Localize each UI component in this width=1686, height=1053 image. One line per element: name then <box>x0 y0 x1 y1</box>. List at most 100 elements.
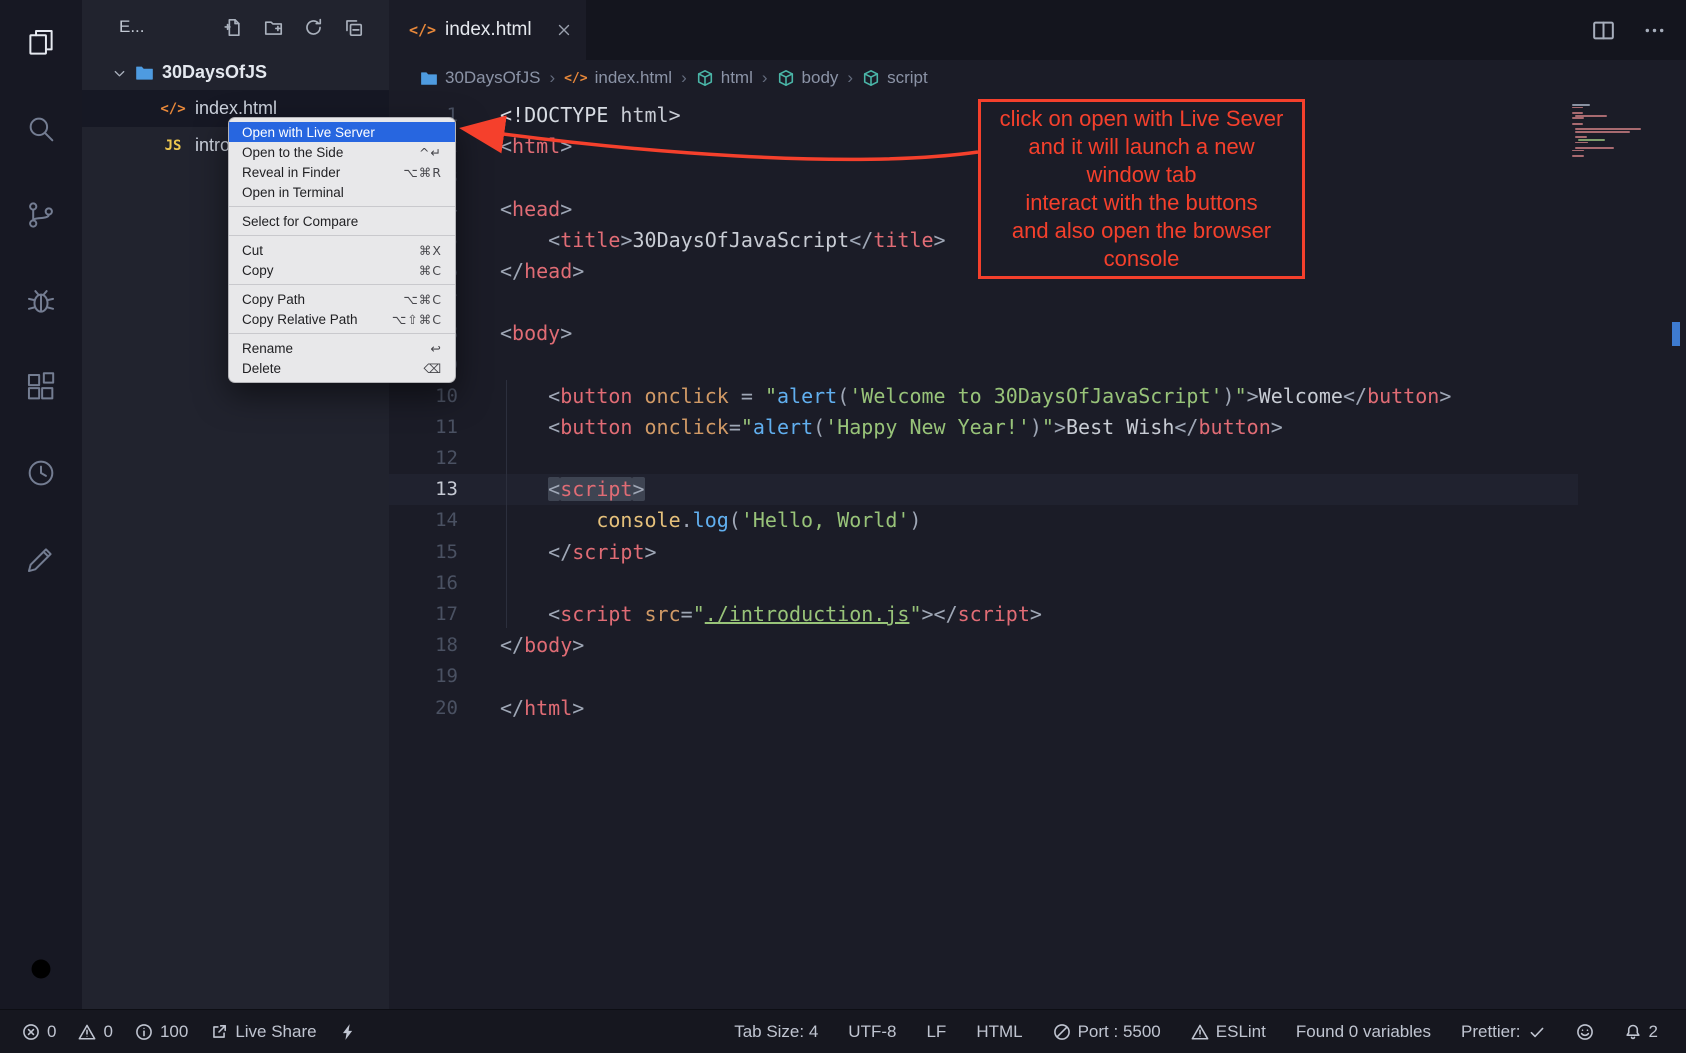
live-share-icon <box>210 1023 228 1041</box>
code-line-18[interactable]: 18</body> <box>389 630 1686 661</box>
status-item-port-5500[interactable]: Port : 5500 <box>1053 1022 1161 1042</box>
line-number: 12 <box>389 443 458 474</box>
status-label: UTF-8 <box>848 1022 896 1042</box>
menu-item-copy-path[interactable]: Copy Path⌥⌘C <box>229 289 455 309</box>
history-icon[interactable] <box>24 456 58 490</box>
menu-item-copy[interactable]: Copy⌘C <box>229 260 455 280</box>
line-content <box>458 162 500 193</box>
status-bar-left: 0 0 100 Live Share <box>22 1022 357 1042</box>
breadcrumb-item-30daysofjs[interactable]: 30DaysOfJS <box>420 68 540 88</box>
menu-item-shortcut: ⌘X <box>419 243 442 258</box>
line-number: 17 <box>389 599 458 630</box>
breadcrumb-separator: › <box>549 68 555 88</box>
minimap[interactable] <box>1572 104 1656 158</box>
code-line-12[interactable]: 12 <box>389 443 1686 474</box>
settings-icon[interactable] <box>23 951 59 987</box>
menu-item-open-in-terminal[interactable]: Open in Terminal <box>229 182 455 202</box>
refresh-icon[interactable] <box>304 18 323 37</box>
status-item-utf-8[interactable]: UTF-8 <box>848 1022 896 1042</box>
breadcrumb-label: body <box>802 68 839 88</box>
status-label: Tab Size: 4 <box>734 1022 818 1042</box>
menu-item-cut[interactable]: Cut⌘X <box>229 240 455 260</box>
breadcrumb-label: 30DaysOfJS <box>445 68 540 88</box>
menu-item-rename[interactable]: Rename↩ <box>229 338 455 358</box>
status-item-lightning[interactable] <box>339 1023 357 1041</box>
more-icon[interactable] <box>1643 19 1666 42</box>
new-folder-icon[interactable] <box>264 18 283 37</box>
new-file-icon[interactable] <box>224 18 243 37</box>
breadcrumb-item-html[interactable]: html <box>696 68 753 88</box>
run-debug-icon[interactable] <box>24 284 58 318</box>
status-item-eslint[interactable]: ESLint <box>1191 1022 1266 1042</box>
status-item-lf[interactable]: LF <box>926 1022 946 1042</box>
search-icon[interactable] <box>24 112 58 146</box>
vscode-window: E... 30DaysOfJS </>index.htmlJSintroduct… <box>0 0 1686 1053</box>
close-tab-icon[interactable] <box>556 22 572 38</box>
menu-item-label: Delete <box>242 361 423 376</box>
menu-item-open-to-the-side[interactable]: Open to the Side^↵ <box>229 142 455 162</box>
breadcrumb-item-body[interactable]: body <box>777 68 839 88</box>
menu-item-open-with-live-server[interactable]: Open with Live Server <box>229 122 455 142</box>
lightning-icon <box>339 1023 357 1041</box>
code-line-14[interactable]: 14 console.log('Hello, World') <box>389 505 1686 536</box>
code-line-7[interactable]: 7 <box>389 287 1686 318</box>
explorer-icon[interactable] <box>24 26 58 60</box>
status-item-live-share[interactable]: Live Share <box>210 1022 316 1042</box>
edit-pen-icon[interactable] <box>24 542 58 576</box>
status-item-html[interactable]: HTML <box>976 1022 1022 1042</box>
status-item-2[interactable]: 2 <box>1624 1022 1658 1042</box>
explorer-header: E... <box>82 0 389 54</box>
code-line-20[interactable]: 20</html> <box>389 693 1686 724</box>
status-item-100[interactable]: 100 <box>135 1022 188 1042</box>
code-line-9[interactable]: 9 <box>389 350 1686 381</box>
status-item-found-0-variables[interactable]: Found 0 variables <box>1296 1022 1431 1042</box>
breadcrumb-label: html <box>721 68 753 88</box>
collapse-all-icon[interactable] <box>344 18 363 37</box>
line-content <box>458 287 500 318</box>
status-item-0[interactable]: 0 <box>78 1022 112 1042</box>
code-line-17[interactable]: 17 <script src="./introduction.js"></scr… <box>389 599 1686 630</box>
breadcrumb-item-index-html[interactable]: </>index.html <box>564 68 672 88</box>
menu-item-shortcut: ↩ <box>431 341 442 356</box>
source-control-icon[interactable] <box>24 198 58 232</box>
status-item-prettier[interactable]: Prettier: <box>1461 1022 1546 1042</box>
extensions-icon[interactable] <box>24 370 58 404</box>
tab-index-html[interactable]: </> index.html <box>389 0 586 60</box>
breadcrumb-item-script[interactable]: script <box>862 68 928 88</box>
menu-item-reveal-in-finder[interactable]: Reveal in Finder⌥⌘R <box>229 162 455 182</box>
cube-icon <box>777 69 795 87</box>
tab-bar: </> index.html <box>389 0 1686 60</box>
menu-item-shortcut: ⌥⌘C <box>403 292 442 307</box>
minimap-line <box>1572 150 1584 152</box>
menu-item-select-for-compare[interactable]: Select for Compare <box>229 211 455 231</box>
status-item-tab-size-4[interactable]: Tab Size: 4 <box>734 1022 818 1042</box>
code-line-16[interactable]: 16 <box>389 568 1686 599</box>
html-file-icon: </> <box>160 101 186 117</box>
code-line-10[interactable]: 10 <button onclick = "alert('Welcome to … <box>389 381 1686 412</box>
status-label: Found 0 variables <box>1296 1022 1431 1042</box>
status-label: Prettier: <box>1461 1022 1521 1042</box>
menu-separator <box>229 235 455 236</box>
code-line-8[interactable]: 8<body> <box>389 318 1686 349</box>
split-editor-icon[interactable] <box>1592 19 1615 42</box>
line-content: <head> <box>458 194 572 225</box>
menu-item-delete[interactable]: Delete⌫ <box>229 358 455 378</box>
line-content: </head> <box>458 256 584 287</box>
minimap-line <box>1572 123 1583 125</box>
status-item-smiley[interactable] <box>1576 1023 1594 1041</box>
code-line-15[interactable]: 15 </script> <box>389 537 1686 568</box>
status-item-0[interactable]: 0 <box>22 1022 56 1042</box>
minimap-line <box>1575 147 1614 149</box>
menu-item-copy-relative-path[interactable]: Copy Relative Path⌥⇧⌘C <box>229 309 455 329</box>
html-file-icon: </> <box>409 21 435 39</box>
code-line-13[interactable]: 13 <script> <box>389 474 1578 505</box>
code-line-11[interactable]: 11 <button onclick="alert('Happy New Yea… <box>389 412 1686 443</box>
code-line-19[interactable]: 19 <box>389 661 1686 692</box>
indent-guide <box>506 380 507 628</box>
line-number: 13 <box>389 474 458 505</box>
folder-row-30daysofjs[interactable]: 30DaysOfJS <box>82 54 389 90</box>
menu-item-shortcut: ⌥⇧⌘C <box>392 312 442 327</box>
minimap-line <box>1572 107 1583 109</box>
annotation-text: click on open with Live Sever <box>1000 105 1284 133</box>
error-icon <box>22 1023 40 1041</box>
